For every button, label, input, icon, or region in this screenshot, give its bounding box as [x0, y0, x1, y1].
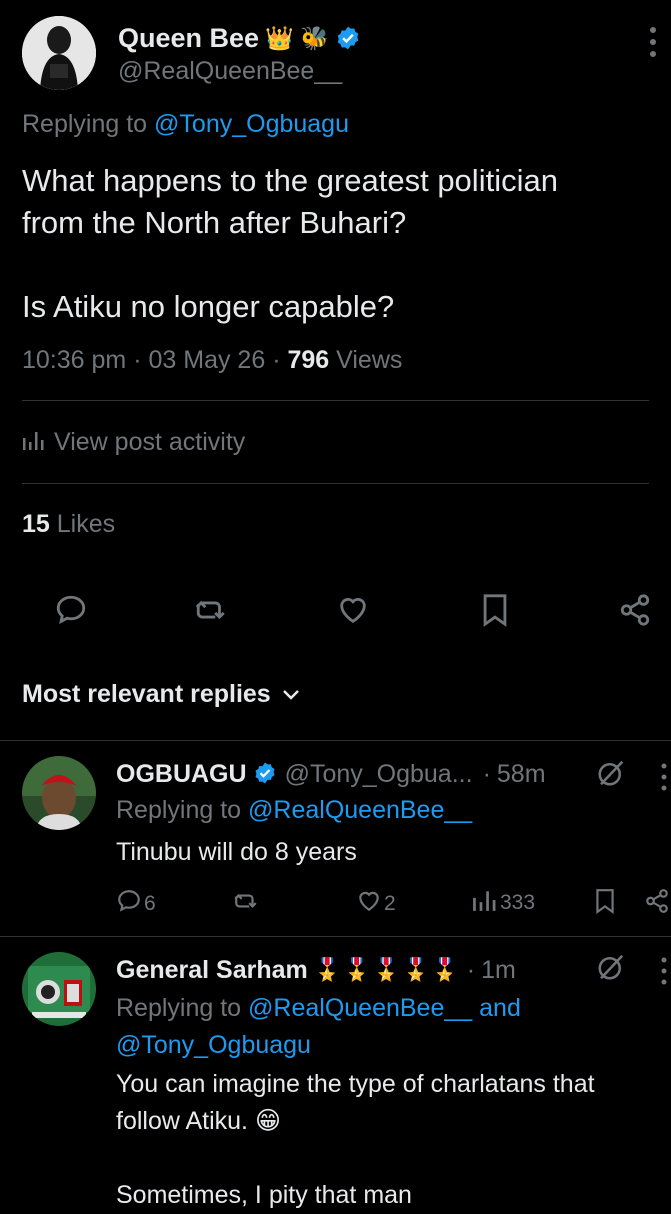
likes-label: Likes: [56, 510, 116, 538]
analytics-icon: [472, 888, 496, 917]
replying-to: Replying to @Tony_Ogbuagu: [22, 110, 349, 139]
retweet-icon[interactable]: [232, 888, 260, 919]
tweet-meta: 10:36 pm · 03 May 26 · 796 Views: [22, 346, 403, 374]
divider: [0, 936, 671, 937]
divider: [22, 483, 649, 484]
tweet-text-line: Is Atiku no longer capable?: [22, 289, 395, 324]
tweet-text-line: from the North after Buhari?: [22, 205, 407, 240]
replying-to-link[interactable]: @RealQueenBee__: [248, 994, 472, 1022]
reply-view-count: 333: [500, 890, 536, 914]
reply-more-options-icon[interactable]: [660, 760, 668, 794]
replying-to-link[interactable]: @Tony_Ogbuagu: [116, 1031, 311, 1059]
replying-to-link[interactable]: @Tony_Ogbuagu: [154, 110, 349, 138]
tweet-text: What happens to the greatest politician …: [22, 160, 558, 328]
likes-stat[interactable]: 15 Likes: [22, 510, 115, 539]
author-name: Queen Bee: [118, 22, 260, 53]
reply-views-action[interactable]: 333: [472, 888, 535, 917]
tweet-time[interactable]: 10:36 pm: [22, 346, 126, 374]
more-options-icon[interactable]: [648, 22, 658, 62]
reply-time: 58m: [496, 759, 546, 788]
share-icon[interactable]: [614, 590, 656, 630]
reply-like-count: 2: [384, 891, 396, 915]
tweet-date[interactable]: 03 May 26: [148, 346, 265, 374]
divider: [22, 400, 649, 401]
reply-more-options-icon[interactable]: [660, 954, 668, 988]
like-icon[interactable]: [332, 590, 374, 630]
bookmark-icon[interactable]: [594, 888, 616, 919]
verified-badge-icon: [335, 25, 361, 51]
views-count: 796: [287, 346, 330, 374]
reply-text-line: follow Atiku. 😁: [116, 1107, 282, 1135]
reply-header: OGBUAGU @Tony_Ogbua... · 58m: [116, 759, 546, 789]
reply-comment-action[interactable]: 6: [116, 888, 156, 919]
reply-text: Tinubu will do 8 years: [116, 838, 357, 866]
reply-avatar[interactable]: [22, 756, 96, 830]
reply-author-name[interactable]: OGBUAGU: [116, 760, 247, 789]
view-post-activity-label: View post activity: [54, 428, 246, 456]
reply-icon: [116, 888, 142, 919]
reply-comment-count: 6: [144, 891, 156, 915]
like-icon: [356, 888, 382, 919]
replying-prefix: Replying to: [116, 994, 242, 1022]
views-label: Views: [336, 346, 403, 374]
replying-to-link[interactable]: @RealQueenBee__: [248, 796, 472, 824]
reply-avatar[interactable]: [22, 952, 96, 1026]
reply-header: General Sarham 🎖️🎖️🎖️🎖️🎖️ · 1m: [116, 955, 516, 985]
author-emoji: 👑 🐝: [265, 24, 329, 51]
reply-replying-to: Replying to @RealQueenBee__ and @Tony_Og…: [116, 990, 661, 1064]
reply-text-line: You can imagine the type of charlatans t…: [116, 1070, 595, 1098]
reply-author-name[interactable]: General Sarham: [116, 956, 308, 985]
replies-filter[interactable]: Most relevant replies: [22, 680, 301, 709]
reply-text: You can imagine the type of charlatans t…: [116, 1066, 666, 1214]
verified-badge-icon: [253, 761, 279, 787]
reply-replying-to: Replying to @RealQueenBee__: [116, 796, 472, 825]
reply-like-action[interactable]: 2: [356, 888, 396, 919]
view-post-activity[interactable]: View post activity: [22, 428, 245, 457]
replying-and: and: [479, 994, 521, 1022]
reply-icon[interactable]: [50, 590, 92, 630]
replying-prefix: Replying to: [116, 796, 242, 824]
author-handle[interactable]: @RealQueenBee__: [118, 57, 342, 86]
reply-text-line: Sometimes, I pity that man: [116, 1181, 412, 1209]
retweet-icon[interactable]: [190, 590, 232, 630]
replying-prefix: Replying to: [22, 110, 148, 138]
reply-author-handle[interactable]: @Tony_Ogbua...: [285, 760, 473, 789]
author-avatar[interactable]: [22, 16, 96, 90]
grok-icon[interactable]: [596, 758, 626, 788]
author-name-row[interactable]: Queen Bee 👑 🐝: [118, 22, 361, 54]
divider: [0, 740, 671, 741]
reply-time: 1m: [481, 955, 516, 984]
likes-count: 15: [22, 510, 50, 538]
tweet-text-line: What happens to the greatest politician: [22, 163, 558, 198]
chevron-down-icon: [281, 680, 301, 709]
replies-filter-label: Most relevant replies: [22, 680, 271, 708]
grok-icon[interactable]: [596, 952, 626, 982]
analytics-icon: [22, 428, 44, 457]
medals-emoji: 🎖️🎖️🎖️🎖️🎖️: [313, 957, 461, 982]
bookmark-icon[interactable]: [474, 590, 516, 630]
share-icon[interactable]: [644, 888, 670, 919]
